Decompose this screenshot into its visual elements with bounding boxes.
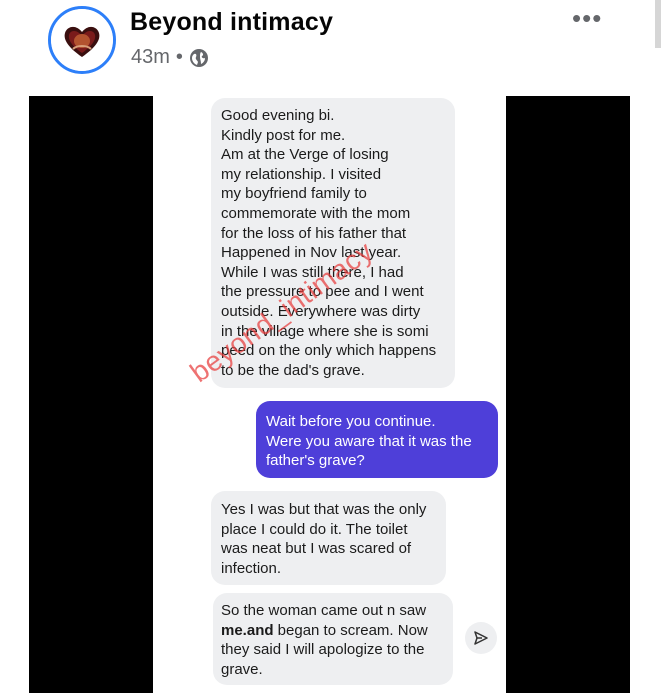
message-bubble-outgoing: Wait before you continue. Were you aware…	[256, 401, 498, 478]
message-line: my boyfriend family to	[221, 185, 367, 203]
message-line: Were you aware that it was the	[266, 432, 472, 450]
message-line: was neat but I was scared of	[221, 540, 412, 558]
message-line: grave.	[221, 660, 263, 678]
heart-logo-icon	[51, 9, 113, 71]
message-line: Am at the Verge of losing	[221, 146, 389, 164]
page-name[interactable]: Beyond intimacy	[130, 8, 333, 37]
message-line: my relationship. I visited	[221, 165, 382, 183]
globe-icon	[189, 48, 209, 68]
message-bubble-incoming: Yes I was but that was the only place I …	[211, 491, 446, 585]
message-line: for the loss of his father that	[221, 224, 407, 242]
message-bubble-incoming: So the woman came out n saw me.and began…	[213, 593, 453, 685]
scrollbar[interactable]	[655, 0, 661, 48]
message-line: infection.	[221, 559, 282, 577]
post-image[interactable]: Good evening bi. Kindly post for me. Am …	[29, 96, 630, 693]
post-meta: 43m •	[131, 46, 209, 69]
message-line: me.and began to scream. Now	[221, 621, 443, 641]
message-line: place I could do it. The toilet	[221, 520, 408, 538]
page-avatar[interactable]	[48, 6, 116, 74]
message-line: they said I will apologize to the	[221, 641, 425, 659]
message-line: Wait before you continue.	[266, 413, 436, 430]
more-options-icon[interactable]: •••	[572, 5, 602, 31]
meta-separator: •	[175, 46, 183, 68]
message-line: to be the dad's grave.	[221, 361, 365, 379]
message-line: Kindly post for me.	[221, 126, 346, 144]
message-line: So the woman came out n saw	[221, 602, 427, 619]
message-line: Good evening bi.	[221, 107, 335, 124]
message-line: father's grave?	[266, 452, 365, 470]
message-text: began to scream. Now	[273, 621, 428, 639]
message-bold-text: me.and	[221, 621, 274, 639]
post-time[interactable]: 43m	[131, 46, 170, 69]
post-header: Beyond intimacy 43m • •••	[0, 0, 661, 90]
message-line: commemorate with the mom	[221, 204, 411, 222]
message-line: Yes I was but that was the only	[221, 501, 427, 518]
send-icon[interactable]	[465, 622, 497, 654]
chat-screenshot: Good evening bi. Kindly post for me. Am …	[153, 96, 506, 693]
